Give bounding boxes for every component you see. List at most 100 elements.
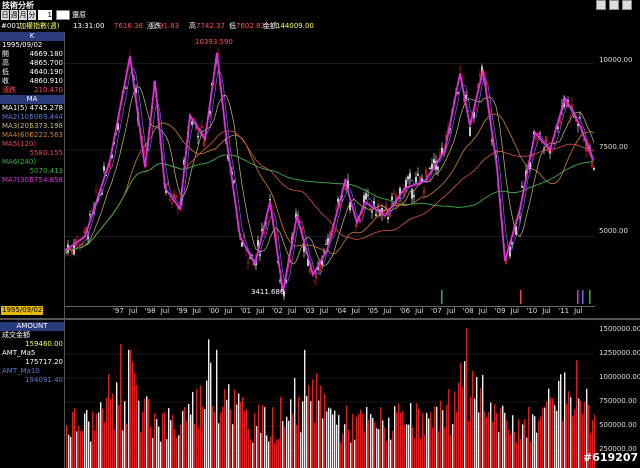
amount-bar [562,420,564,468]
amount-bar [534,416,536,468]
amount-bar [532,414,534,468]
candle-body [267,220,269,222]
amount-bar [404,425,406,468]
date-axis-label: Jul [383,307,392,315]
amount-axis-label: 1250000.00 [599,349,640,357]
signal-marker [520,290,522,304]
amount-bar [482,375,484,468]
amount-bar [542,407,544,468]
amount-bar [114,429,116,468]
amount-bar [320,385,322,468]
date-axis-label: '03 [303,307,315,315]
tab-month[interactable]: 月 [19,10,27,20]
amount-bar [232,424,234,468]
amount-axis-label: 500000.00 [599,421,637,429]
amount-bar [424,434,426,468]
amount-bar [294,378,296,468]
amount-bar [512,415,514,468]
amount-bar [536,432,538,468]
amount-bar [200,385,202,468]
amount-bar [354,439,356,468]
reset-button[interactable]: 還原 [72,10,86,20]
candle-body [427,178,429,180]
cursor-date-box: 1995/09/02 [1,306,44,315]
quote-low: 7602.83 [236,22,265,30]
amount-bar [262,404,264,468]
amount-bar [216,349,218,468]
candle-body [233,180,235,183]
amount-bar [170,420,172,468]
close-button[interactable] [622,0,632,10]
amount-bar [426,412,428,468]
amount-bar [492,421,494,468]
k-panel-header: K [0,32,64,41]
candle-body [257,240,259,247]
amount-bar [74,408,76,468]
amount-bar [380,407,382,468]
amount-bar [164,412,166,468]
amount-bar [474,398,476,468]
amount-bar [410,403,412,468]
tab-day[interactable]: 日 [1,10,9,20]
amount-bar [332,414,334,468]
ma-row-ma60: MA4(60) 6222.563 [2,131,63,139]
ma-row-ma5: MA1(5) 4745.278 [2,104,63,112]
amount-chart[interactable] [65,320,595,468]
candle-body [557,127,559,129]
date-axis-label: '00 [208,307,220,315]
date-axis: '97 Jul '98 Jul '99 Jul '00 Jul '01 Jul '02 Jul '03 J… [65,306,595,316]
candle-body [393,193,395,195]
amount-bar [520,439,522,468]
amount-bar [278,438,280,468]
amount-bar [568,391,570,468]
amount-bar [224,389,226,468]
price-axis-label: 10000.00 [599,56,633,64]
candle-body [437,166,439,170]
amount-bar [508,429,510,468]
minimize-button[interactable] [596,0,606,10]
candle-body [169,199,171,201]
date-axis-label: '04 [335,307,347,315]
amount-axis-label: 1000000.00 [599,373,640,381]
period-input[interactable]: 1 [38,10,52,20]
amount-bar [78,425,80,468]
k-row-close: 收 4860.910 [2,77,63,85]
candle-body [409,173,411,179]
price-chart[interactable]: 10393.590 3411.680 [65,32,595,306]
amount-bar [172,414,174,468]
tab-week[interactable]: 週 [10,10,18,20]
amount-bar [118,405,120,468]
amount-bar [300,432,302,468]
amount-bar [204,409,206,468]
ma-row-ma10: MA2(10) 5069.444 [2,113,63,121]
candle-body [333,230,335,232]
amount-bar [128,349,130,468]
amount-bar [414,438,416,468]
amount-bar [386,441,388,468]
amount-bar [358,413,360,468]
candle-body [459,67,461,68]
amount-bar [408,424,410,468]
signal-marker [582,290,584,304]
amount-bar [282,420,284,468]
tab-minute[interactable]: 分 [28,10,36,20]
amount-bar [436,406,438,468]
amt-row-volume-value: 159460.00 [25,340,63,348]
date-axis-label: '97 [113,307,124,315]
maximize-button[interactable] [609,0,619,10]
period-select[interactable] [56,10,70,20]
amount-bar [92,411,94,468]
amount-bar [432,427,434,468]
amount-bar [402,411,404,468]
amount-bar [434,406,436,468]
amount-bar [580,400,582,468]
amount-bar [66,425,68,468]
date-axis-label: Jul [510,307,519,315]
date-axis-label: Jul [160,307,170,315]
candle-body [511,242,513,245]
amount-bar [84,413,86,468]
quote-price: 7616.36 [114,22,143,30]
high-annotation: 10393.590 [195,38,233,46]
candle-body [201,126,203,128]
amount-bar [86,410,88,468]
